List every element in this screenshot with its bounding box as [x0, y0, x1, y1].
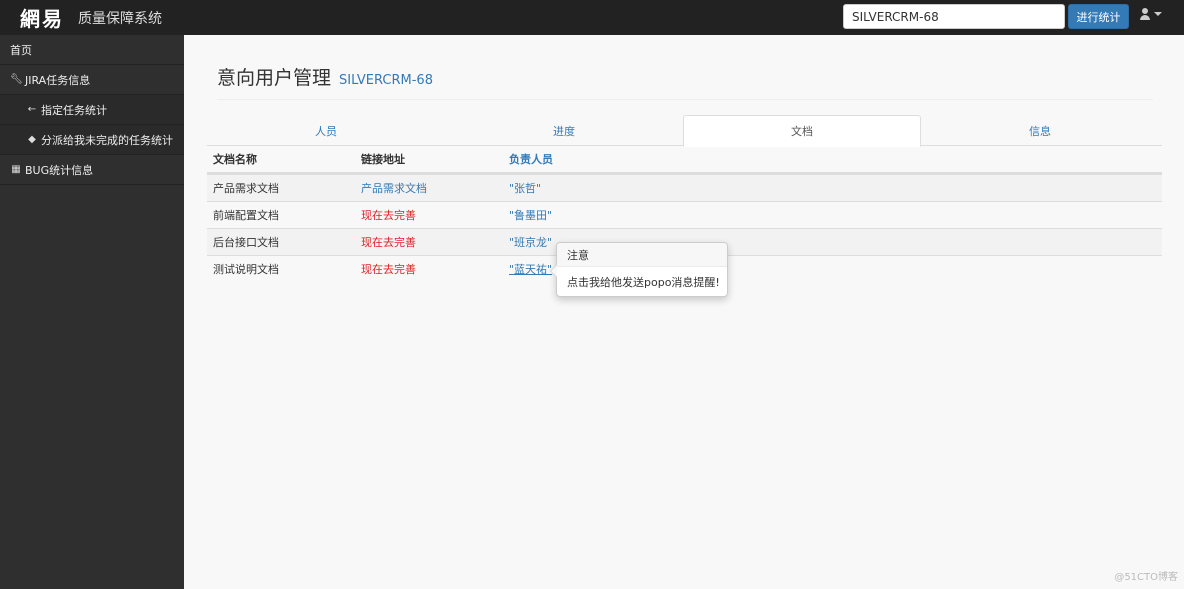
doc-owner[interactable]: "张哲": [503, 180, 703, 196]
doc-name: 前端配置文档: [213, 209, 279, 222]
sidebar-item-label: 分派给我未完成的任务统计: [41, 133, 173, 147]
table-row: 前端配置文档 现在去完善 "鲁墨田": [207, 201, 1162, 228]
page-title: 意向用户管理: [217, 67, 332, 89]
doc-owner[interactable]: "鲁墨田": [503, 207, 703, 223]
user-menu[interactable]: [1140, 8, 1162, 20]
arrow-left-icon: ←: [27, 104, 37, 115]
doc-link[interactable]: 现在去完善: [355, 261, 503, 277]
netease-logo[interactable]: 網易: [20, 3, 64, 32]
doc-link[interactable]: 现在去完善: [355, 234, 503, 250]
sidebar-item-my-unfinished[interactable]: ◆ 分派给我未完成的任务统计: [0, 125, 184, 155]
run-stats-button[interactable]: 进行统计: [1068, 4, 1129, 29]
sidebar-item-jira[interactable]: 🔧︎ JIRA任务信息: [0, 65, 184, 95]
doc-name: 测试说明文档: [213, 263, 279, 276]
sidebar-item-label: 指定任务统计: [41, 103, 107, 117]
popover-body[interactable]: 点击我给他发送popo消息提醒!: [557, 267, 727, 296]
main-content: 意向用户管理 SILVERCRM-68 人员 进度 文档 信息 文档名称 链接地…: [184, 35, 1184, 589]
column-header: 链接地址: [361, 153, 405, 166]
page-header: 意向用户管理 SILVERCRM-68: [217, 63, 1153, 100]
tab-info[interactable]: 信息: [921, 115, 1159, 146]
tab-bar: 人员 进度 文档 信息: [207, 115, 1162, 147]
column-header: 文档名称: [213, 153, 257, 166]
sidebar-item-home[interactable]: 首页: [0, 35, 184, 65]
sidebar-item-label: BUG统计信息: [25, 163, 94, 177]
top-navbar: 網易 质量保障系统 进行统计: [0, 0, 1184, 35]
jira-key-input[interactable]: [843, 4, 1065, 29]
table-row: 产品需求文档 产品需求文档 "张哲": [207, 174, 1162, 201]
doc-link[interactable]: 产品需求文档: [355, 180, 503, 196]
tag-icon: ◆: [28, 134, 36, 145]
doc-link[interactable]: 现在去完善: [355, 207, 503, 223]
sidebar-item-label: 首页: [10, 43, 32, 57]
app-title[interactable]: 质量保障系统: [78, 8, 162, 28]
column-header: 负责人员: [509, 153, 553, 166]
sidebar-item-task-stats[interactable]: ← 指定任务统计: [0, 95, 184, 125]
wrench-icon: 🔧︎: [10, 74, 23, 85]
sidebar: 首页 🔧︎ JIRA任务信息 ← 指定任务统计 ◆ 分派给我未完成的任务统计 ▦…: [0, 35, 184, 589]
chevron-down-icon: [1154, 12, 1162, 16]
watermark: @51CTO博客: [1114, 572, 1178, 583]
doc-name: 后台接口文档: [213, 236, 279, 249]
doc-name: 产品需求文档: [213, 182, 279, 195]
table-header: 文档名称 链接地址 负责人员: [207, 146, 1162, 174]
popover-arrow: [550, 264, 557, 278]
popover-title: 注意: [557, 243, 727, 267]
tab-progress[interactable]: 进度: [445, 115, 683, 146]
tab-people[interactable]: 人员: [207, 115, 445, 146]
user-icon: [1140, 8, 1150, 20]
sidebar-item-label: JIRA任务信息: [25, 73, 91, 87]
page-subtitle: SILVERCRM-68: [339, 73, 433, 88]
tab-documents[interactable]: 文档: [683, 115, 921, 147]
table-icon: ▦: [11, 164, 21, 175]
reminder-popover: 注意 点击我给他发送popo消息提醒!: [550, 242, 728, 297]
sidebar-item-bug-stats[interactable]: ▦ BUG统计信息: [0, 155, 184, 185]
